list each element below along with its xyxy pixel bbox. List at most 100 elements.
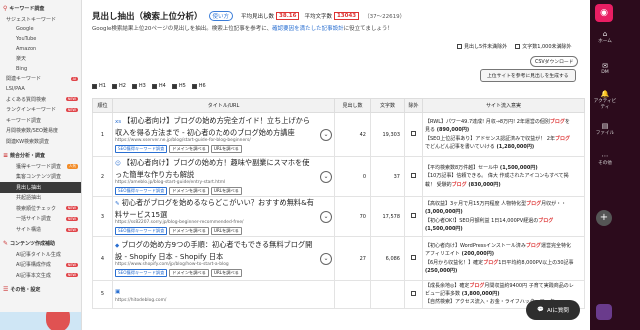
heading-filter-h5[interactable]: H5 bbox=[171, 83, 186, 89]
sidebar-item-competitor-6[interactable]: サイト構造 NEW bbox=[0, 224, 81, 235]
table-row: 3 ✎ 初心者がブログを始めるならどこがいい？おすすめ無料&有料サービス15選 htt… bbox=[92, 196, 585, 237]
col-count[interactable]: 見出し数 bbox=[334, 98, 371, 113]
exclude-chars-checkbox[interactable]: 文字数1,000未満除外 bbox=[515, 43, 572, 50]
sidebar-item-keyword-9[interactable]: ランクインキーワード NEW bbox=[0, 104, 81, 115]
ai-question-button[interactable]: 💬 AIに質問 bbox=[526, 300, 580, 320]
sidebar-item-competitor-2[interactable]: 見出し抽出 bbox=[0, 181, 81, 193]
result-url[interactable]: https://hitodeblog.com/ bbox=[115, 298, 332, 303]
result-url[interactable]: https://www.xserver.ne.jp/blog/start-gui… bbox=[115, 138, 332, 143]
site-item[interactable]: 【成長余地◎】確定ブログ月間収益約9400円 子育て実践商品のレビュー記事多数 … bbox=[425, 282, 574, 298]
col-rank[interactable]: 順位 bbox=[92, 98, 113, 113]
heading-filter-h3[interactable]: H3 bbox=[131, 83, 146, 89]
url-tag[interactable]: URLを調べる bbox=[210, 187, 242, 195]
expand-chevron-icon[interactable]: ⌄ bbox=[320, 170, 332, 183]
exclude-checkbox[interactable] bbox=[411, 290, 416, 296]
toolbar-item-4[interactable]: ⋯ その他 bbox=[592, 152, 618, 166]
sidebar-item-content-2[interactable]: AI記事本文生成 NEW bbox=[0, 270, 81, 281]
sidebar-item-keyword-6[interactable]: 関連キーワード AI bbox=[0, 74, 81, 85]
site-item[interactable]: 【RWL】パワー49.7達成! 月収→8万円! 2年運営の個別ブログを見る (8… bbox=[425, 118, 574, 134]
url-tag[interactable]: URLを調べる bbox=[210, 145, 242, 153]
exclude-five-checkbox[interactable]: 見出し5件未満除外 bbox=[457, 43, 507, 50]
sidebar-section-other[interactable]: ☰ その他・設定 bbox=[0, 284, 81, 295]
col-chars[interactable]: 文字数 bbox=[370, 98, 405, 113]
site-item[interactable]: 【初心者OK!】SEO月額利益 1日14,000PV経過のブログ (1,500,… bbox=[425, 217, 574, 233]
domain-tag[interactable]: ドメインを調べる bbox=[169, 227, 209, 235]
sidebar-item-keyword-1[interactable]: Google bbox=[0, 25, 81, 35]
site-item[interactable]: 【高収益】3ヶ月で月15万円程度 人物特化型ブログ月収が・・ (3,000,00… bbox=[425, 200, 574, 216]
sidebar-item-label: サイト構造 bbox=[16, 227, 42, 234]
heading-filter-h4[interactable]: H4 bbox=[151, 83, 166, 89]
seo-keyword-tag[interactable]: SEO獲得キーワード調査 bbox=[115, 145, 168, 153]
domain-tag[interactable]: ドメインを調べる bbox=[169, 269, 209, 277]
description-link[interactable]: 確認要因を満たした記事設計 bbox=[272, 26, 344, 32]
sidebar-item-keyword-5[interactable]: Bing bbox=[0, 64, 81, 74]
sidebar-item-competitor-3[interactable]: 共起語抽出 bbox=[0, 193, 81, 204]
sidebar-item-keyword-3[interactable]: Amazon bbox=[0, 44, 81, 54]
site-list: 【RWL】パワー49.7達成! 月収→8万円! 2年運営の個別ブログを見る (8… bbox=[425, 118, 582, 151]
result-url[interactable]: https://ameblo.jp/blog-start-guide/entry… bbox=[115, 180, 332, 185]
result-title[interactable]: ✎ 初心者がブログを始めるならどこがいい？おすすめ無料&有料サービス15選 bbox=[115, 198, 332, 219]
sidebar-item-keyword-12[interactable]: 関連KW検索数調査 bbox=[0, 136, 81, 147]
sidebar-item-competitor-4[interactable]: 検索順位チェック NEW bbox=[0, 203, 81, 214]
sidebar-section-competitor[interactable]: ≡ 競合分析・調査 bbox=[0, 150, 81, 161]
csv-download-button[interactable]: CSVダウンロード bbox=[530, 56, 579, 67]
site-item[interactable]: 【平均検索数8万件越】セール中 (1,500,000円) bbox=[425, 164, 574, 172]
site-text: 【SEO上位記事あり】アドセンス認証済みで収益が！ 2年 bbox=[425, 135, 555, 142]
exclude-checkbox[interactable] bbox=[411, 213, 416, 218]
heading-count-cell: 70 bbox=[334, 196, 371, 237]
sidebar-section-keyword[interactable]: ⚲ キーワード調査 bbox=[0, 3, 81, 14]
site-text-tail: 1日平均約8,000PV以上の30記事 bbox=[498, 259, 574, 266]
url-tag[interactable]: URLを調べる bbox=[210, 269, 242, 277]
result-title[interactable]: xs 【初心者向け】ブログの始め方完全ガイド！立ち上げから収入を得る方法まで - … bbox=[115, 116, 332, 137]
result-title[interactable]: ▣ bbox=[115, 286, 332, 298]
expand-chevron-icon[interactable]: ⌄ bbox=[320, 210, 332, 223]
exclude-checkbox[interactable] bbox=[411, 255, 416, 260]
sidebar-item-keyword-2[interactable]: YouTube bbox=[0, 34, 81, 44]
expand-chevron-icon[interactable]: ⌄ bbox=[320, 128, 332, 141]
item-badge: 人気 bbox=[67, 163, 78, 169]
col-exclude: 除外 bbox=[404, 98, 423, 113]
toolbar-item-0[interactable]: ⌂ ホーム bbox=[592, 30, 618, 44]
heading-filter-h6[interactable]: H6 bbox=[191, 83, 206, 89]
expand-chevron-icon[interactable]: ⌄ bbox=[320, 252, 332, 265]
seo-keyword-tag[interactable]: SEO獲得キーワード調査 bbox=[115, 227, 168, 235]
heading-filter-h2[interactable]: H2 bbox=[111, 83, 126, 89]
promo-banner[interactable] bbox=[0, 312, 81, 330]
sidebar-item-content-0[interactable]: AI記事タイトル生成 bbox=[0, 249, 81, 260]
sidebar-item-keyword-0[interactable]: サジェストキーワード bbox=[0, 14, 81, 25]
sidebar-item-keyword-4[interactable]: 楽天 bbox=[0, 53, 81, 64]
site-item[interactable]: 【SEO上位記事あり】アドセンス認証済みで収益が！ 2年ブログでどんどん記事を書… bbox=[425, 135, 574, 151]
add-icon[interactable]: + bbox=[596, 210, 612, 226]
site-item[interactable]: 【10万記事】信頼できる。 偉大 作成されたアイコンもすべて掲載！ 受験的ブログ… bbox=[425, 172, 574, 188]
sidebar-item-keyword-11[interactable]: 月間検索数/SEO難易度 bbox=[0, 126, 81, 137]
sidebar-item-content-1[interactable]: AI記事構成作成 NEW bbox=[0, 259, 81, 270]
site-item[interactable]: 【6月から収益化！】確定ブログ1日平均約8,000PV以上の30記事 (250,… bbox=[425, 259, 574, 275]
sidebar-item-competitor-1[interactable]: 集客コンテンツ調査 bbox=[0, 171, 81, 182]
sidebar-item-competitor-0[interactable]: 獲得キーワード調査 人気 bbox=[0, 161, 81, 172]
result-url[interactable]: https://ss82207.sorry.jp/blog-beginner-r… bbox=[115, 220, 332, 225]
toolbar-item-2[interactable]: 🔔 アクティビティ bbox=[592, 90, 618, 110]
result-title[interactable]: ◆ ブログの始め方9つの手順：初心者でもできる無料ブログ開設 - Shopify … bbox=[115, 240, 332, 261]
workspace-icon[interactable]: ◉ bbox=[595, 4, 613, 22]
domain-tag[interactable]: ドメインを調べる bbox=[169, 187, 209, 195]
seo-keyword-tag[interactable]: SEO獲得キーワード調査 bbox=[115, 187, 168, 195]
sidebar-item-keyword-10[interactable]: キーワード調査 bbox=[0, 115, 81, 126]
avatar[interactable] bbox=[596, 304, 612, 320]
site-item[interactable]: 【初心者向け】WordPressインストール済みブログ運営完全特化アフィリエイト… bbox=[425, 242, 574, 258]
toolbar-item-3[interactable]: ▤ ファイル bbox=[592, 122, 618, 136]
exclude-checkbox[interactable] bbox=[411, 173, 416, 178]
heading-filter-h1[interactable]: H1 bbox=[92, 83, 106, 89]
sidebar-item-keyword-7[interactable]: LSI/PAA bbox=[0, 84, 81, 94]
generate-headings-button[interactable]: 上位サイトを参考に見出しを生成する bbox=[480, 69, 576, 82]
toolbar-item-1[interactable]: ✉ DM bbox=[592, 62, 618, 75]
sidebar-item-competitor-5[interactable]: 一括サイト調査 NEW bbox=[0, 214, 81, 225]
result-url[interactable]: https://www.shopify.com/jp/blog/how-to-s… bbox=[115, 262, 332, 267]
exclude-checkbox[interactable] bbox=[411, 131, 416, 136]
domain-tag[interactable]: ドメインを調べる bbox=[169, 145, 209, 153]
result-title[interactable]: ☺ 【初心者向け】ブログの始め方！趣味や副業にスマホを使った簡単な作り方も解説 bbox=[115, 158, 332, 179]
sidebar-section-content[interactable]: ✎ コンテンツ作成補助 bbox=[0, 238, 81, 249]
seo-keyword-tag[interactable]: SEO獲得キーワード調査 bbox=[115, 269, 168, 277]
url-tag[interactable]: URLを調べる bbox=[210, 227, 242, 235]
sidebar-item-keyword-8[interactable]: よくある質問検索 NEW bbox=[0, 94, 81, 105]
usage-link[interactable]: 使い方 bbox=[208, 11, 234, 21]
